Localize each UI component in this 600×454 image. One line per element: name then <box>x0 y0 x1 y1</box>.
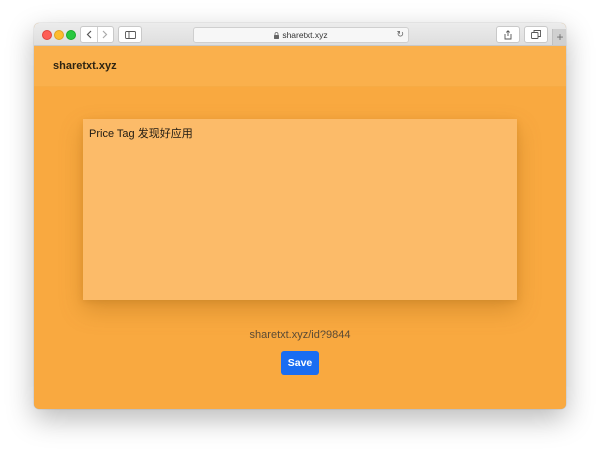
sidebar-icon <box>124 30 136 39</box>
save-button[interactable]: Save <box>281 351 319 375</box>
back-button[interactable] <box>81 27 98 42</box>
tabs-icon <box>531 30 541 39</box>
plus-icon: + <box>556 30 564 44</box>
address-text: sharetxt.xyz <box>282 30 328 40</box>
minimize-window-button[interactable] <box>54 30 64 40</box>
zoom-window-button[interactable] <box>66 30 76 40</box>
browser-window: sharetxt.xyz ↻ + sharetxt.xyz Price Tag … <box>34 23 566 409</box>
reload-icon[interactable]: ↻ <box>396 29 404 40</box>
navigation-buttons <box>80 26 114 43</box>
new-tab-button[interactable]: + <box>552 29 566 45</box>
chevron-left-icon <box>86 30 92 39</box>
forward-button[interactable] <box>98 27 114 42</box>
share-icon <box>504 29 512 39</box>
tab-overview-button[interactable] <box>524 26 548 43</box>
text-editor[interactable]: Price Tag 发现好应用 <box>83 119 517 300</box>
site-brand[interactable]: sharetxt.xyz <box>53 60 117 72</box>
close-window-button[interactable] <box>42 30 52 40</box>
share-url: sharetxt.xyz/id?9844 <box>249 329 351 341</box>
sidebar-toggle-button[interactable] <box>118 26 142 43</box>
editor-text: Price Tag 发现好应用 <box>89 128 193 140</box>
chevron-right-icon <box>102 30 108 39</box>
lock-icon <box>274 31 280 39</box>
browser-toolbar: sharetxt.xyz ↻ + <box>34 23 566 46</box>
share-button[interactable] <box>496 26 520 43</box>
address-bar[interactable]: sharetxt.xyz ↻ <box>193 27 409 43</box>
site-header: sharetxt.xyz <box>34 46 566 87</box>
